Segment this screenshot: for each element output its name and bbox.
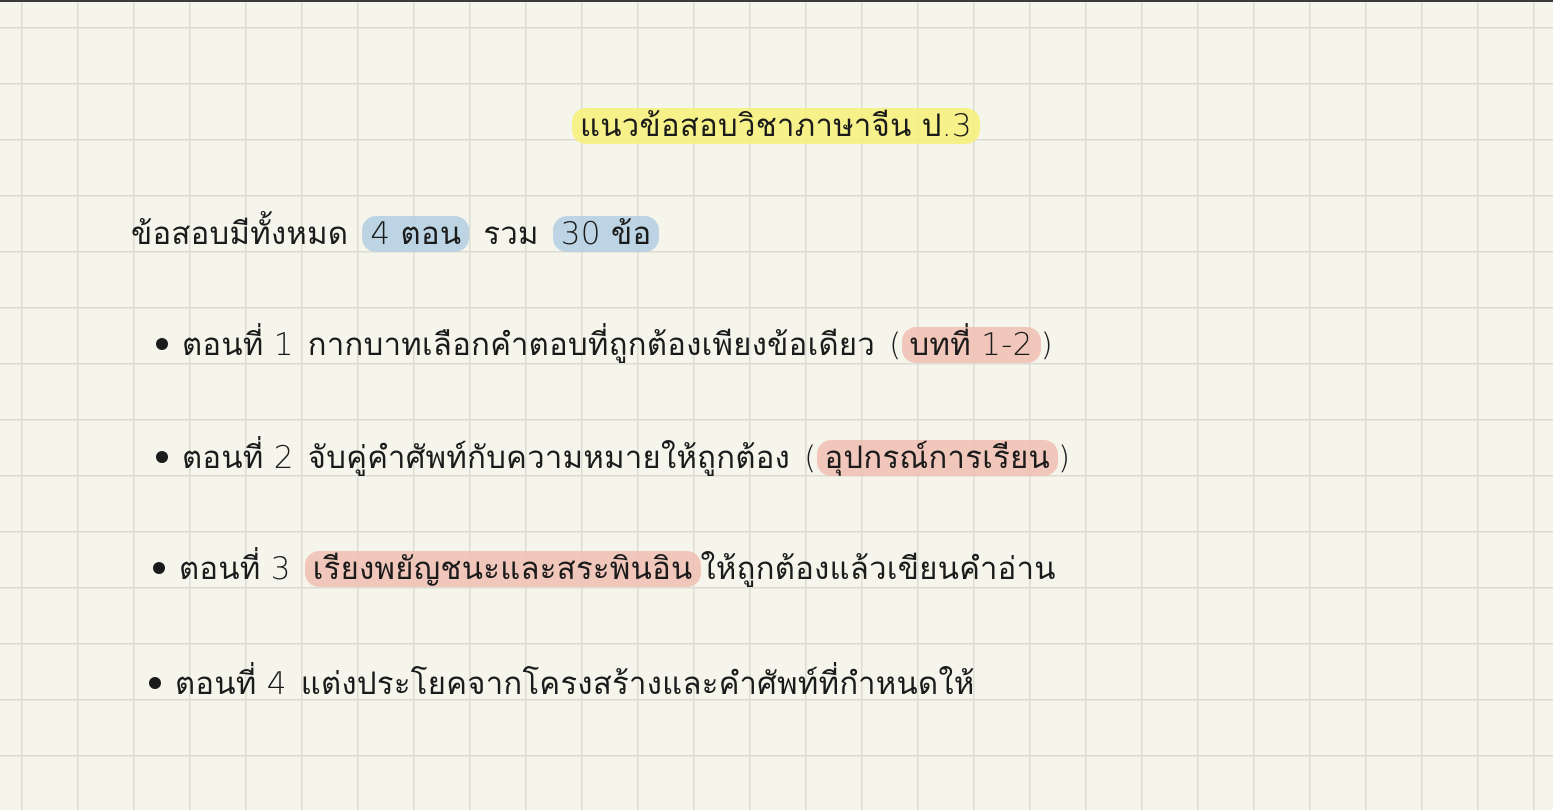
part-note-highlight: บทที่ 1-2: [901, 327, 1041, 363]
part-description: กากบาทเลือกคำตอบที่ถูกต้องเพียงข้อเดียว: [307, 327, 876, 363]
top-border: [0, 0, 1553, 2]
part-description: จับคู่คำศัพท์กับความหมายให้ถูกต้อง: [307, 440, 791, 476]
open-paren: (: [804, 440, 817, 476]
list-item-part-1: ตอนที่ 1 กากบาทเลือกคำตอบที่ถูกต้องเพียงข…: [156, 325, 1053, 365]
part-highlight: เรียงพยัญชนะและสระพินอิน: [304, 551, 701, 587]
part-label: ตอนที่ 3: [179, 551, 291, 587]
close-paren: ): [1058, 440, 1071, 476]
bullet-icon: [156, 337, 168, 350]
list-item-part-4: ตอนที่ 4 แต่งประโยคจากโครงสร้างและคำศัพท์…: [149, 664, 975, 704]
bullet-icon: [149, 676, 161, 689]
summary-middle: รวม: [483, 216, 539, 252]
summary-sections-highlight: 4 ตอน: [362, 216, 470, 252]
summary-prefix: ข้อสอบมีทั้งหมด: [131, 216, 349, 252]
page-title: แนวข้อสอบวิชาภาษาจีน ป.3: [572, 106, 980, 146]
part-description: แต่งประโยคจากโครงสร้างและคำศัพท์ที่กำหนด…: [300, 666, 975, 702]
title-highlight: แนวข้อสอบวิชาภาษาจีน ป.3: [572, 108, 980, 144]
exam-summary: ข้อสอบมีทั้งหมด 4 ตอน รวม 30 ข้อ: [131, 214, 660, 254]
part-label: ตอนที่ 2: [182, 440, 294, 476]
summary-questions-highlight: 30 ข้อ: [552, 216, 660, 252]
part-note-highlight: อุปกรณ์การเรียน: [816, 440, 1059, 476]
part-label: ตอนที่ 1: [182, 327, 294, 363]
bullet-icon: [153, 561, 165, 574]
part-description-rest: ให้ถูกต้องแล้วเขียนคำอ่าน: [700, 551, 1056, 587]
open-paren: (: [889, 327, 902, 363]
list-item-part-2: ตอนที่ 2 จับคู่คำศัพท์กับความหมายให้ถูกต้…: [156, 438, 1070, 478]
bullet-icon: [156, 450, 168, 463]
close-paren: ): [1040, 327, 1054, 363]
list-item-part-3: ตอนที่ 3 เรียงพยัญชนะและสระพินอิน ให้ถูกต้…: [153, 549, 1056, 589]
part-label: ตอนที่ 4: [175, 666, 287, 702]
